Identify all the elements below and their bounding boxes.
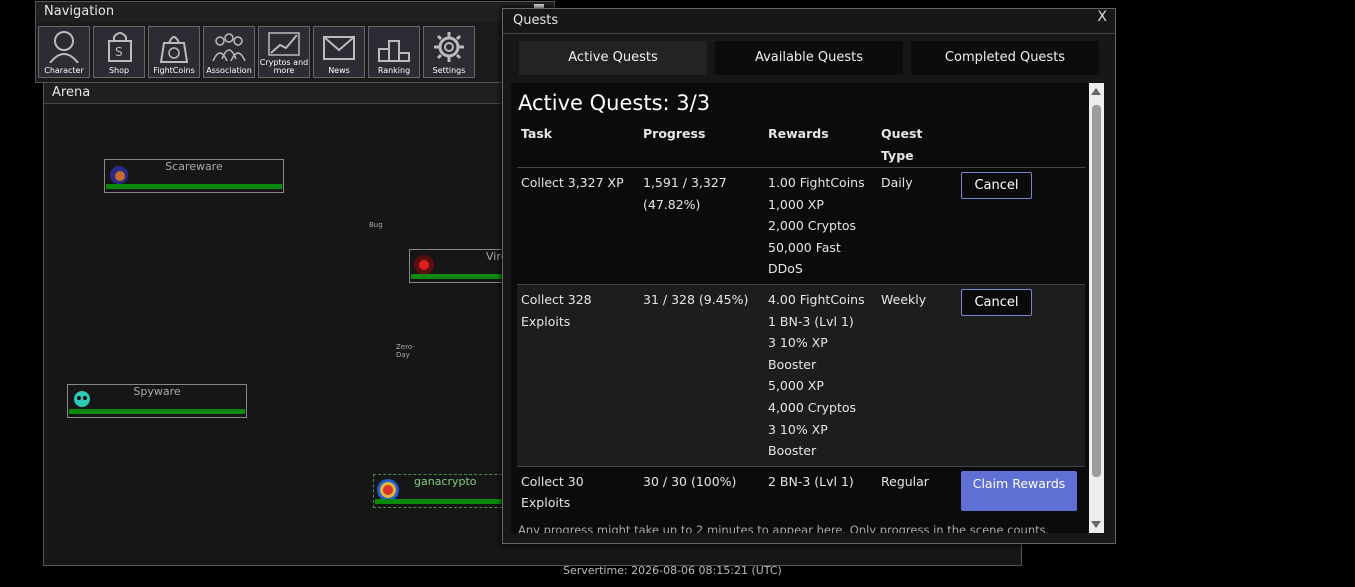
bug-label: Bug [369, 221, 383, 229]
column-actions [957, 119, 1085, 168]
progress-cell: 31 / 328 (9.45%) [639, 283, 764, 467]
tab-active-quests[interactable]: Active Quests [519, 41, 707, 75]
claim-rewards-button[interactable]: Claim Rewards [961, 470, 1077, 511]
group-icon [212, 33, 246, 62]
svg-text:S: S [115, 45, 123, 59]
npc-scareware[interactable]: Scareware [104, 159, 284, 193]
quests-scrollbar[interactable] [1089, 83, 1104, 533]
column-rewards: Rewards [768, 126, 829, 141]
nav-ranking-button[interactable]: Ranking [368, 26, 420, 78]
hp-bar [106, 184, 282, 189]
rewards-cell: 4.00 FightCoins 1 BN-3 (Lvl 1) 3 10% XP … [764, 283, 877, 467]
hp-bar [69, 409, 245, 414]
gear-icon [434, 32, 464, 62]
quest-type-cell: Weekly [877, 283, 957, 467]
active-quests-heading: Active Quests: 3/3 [518, 91, 711, 115]
nav-shop-button[interactable]: S Shop [93, 26, 145, 78]
coin-bag-icon [159, 36, 189, 63]
cancel-button[interactable]: Cancel [961, 288, 1032, 316]
nav-settings-button[interactable]: Settings [423, 26, 475, 78]
scroll-up-icon[interactable] [1091, 88, 1101, 95]
column-task: Task [521, 126, 553, 141]
quests-title: Quests [503, 9, 1115, 34]
quests-dialog: Quests X Active Quests Available Quests … [502, 8, 1116, 544]
quest-type-cell: Regular [877, 465, 957, 518]
navigation-title: Navigation [36, 2, 554, 22]
envelope-icon [323, 36, 355, 60]
quests-content: Active Quests: 3/3 Task Progress Rewards… [511, 83, 1089, 533]
server-time: Servertime: 2026-08-06 08:15:21 (UTC) [563, 564, 782, 577]
task-cell: Collect 30 Exploits [517, 465, 639, 518]
progress-cell: 30 / 30 (100%) [639, 465, 764, 518]
tab-available-quests[interactable]: Available Quests [715, 41, 903, 75]
progress-note: Any progress might take up to 2 minutes … [518, 523, 1050, 533]
rewards-cell: 2 BN-3 (Lvl 1) [764, 465, 877, 518]
scroll-down-icon[interactable] [1091, 521, 1101, 528]
zero-day-label: Zero-Day [396, 343, 415, 359]
navigation-window: Navigation Character S Shop FightCoins A… [35, 1, 555, 83]
nav-fightcoins-button[interactable]: FightCoins [148, 26, 200, 78]
npc-spyware[interactable]: Spyware [67, 384, 247, 418]
quest-tabs: Active Quests Available Quests Completed… [519, 41, 1099, 75]
rewards-cell: 1.00 FightCoins 1,000 XP 2,000 Cryptos 5… [764, 167, 877, 285]
column-quest-type: Quest Type [881, 126, 923, 163]
shopping-bag-icon: S [108, 32, 132, 62]
quest-type-cell: Daily [877, 167, 957, 285]
quests-table: Task Progress Rewards Quest Type Collect… [517, 119, 1085, 518]
table-row: Collect 3,327 XP 1,591 / 3,327 (47.82%) … [517, 167, 1085, 285]
table-row: Collect 30 Exploits 30 / 30 (100%) 2 BN-… [517, 465, 1085, 518]
nav-news-button[interactable]: News [313, 26, 365, 78]
nav-association-button[interactable]: Association [203, 26, 255, 78]
nav-character-button[interactable]: Character [38, 26, 90, 78]
column-progress: Progress [643, 126, 706, 141]
nav-cryptos-button[interactable]: Cryptos and more [258, 26, 310, 78]
podium-icon [378, 40, 410, 62]
cancel-button[interactable]: Cancel [961, 172, 1032, 199]
person-icon [49, 31, 79, 63]
task-cell: Collect 3,327 XP [517, 167, 639, 285]
chart-icon [268, 32, 300, 56]
progress-cell: 1,591 / 3,327 (47.82%) [639, 167, 764, 285]
scroll-thumb[interactable] [1092, 105, 1101, 477]
table-row: Collect 328 Exploits 31 / 328 (9.45%) 4.… [517, 283, 1085, 467]
close-icon[interactable]: X [1097, 9, 1107, 25]
task-cell: Collect 328 Exploits [517, 283, 639, 467]
tab-completed-quests[interactable]: Completed Quests [911, 41, 1099, 75]
